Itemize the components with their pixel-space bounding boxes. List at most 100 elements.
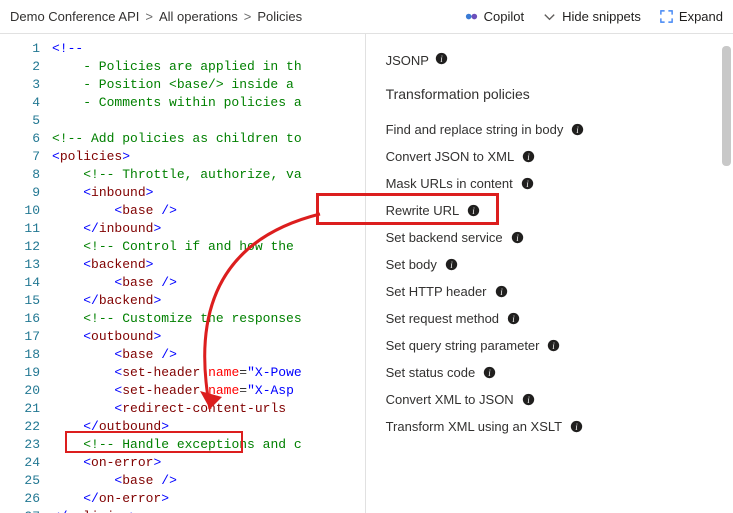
code-content[interactable]: <!-- - Policies are applied in th - Posi…	[48, 34, 365, 513]
line-number: 16	[0, 310, 40, 328]
code-line[interactable]: <!--	[52, 40, 365, 58]
copilot-button[interactable]: Copilot	[464, 9, 524, 24]
info-icon[interactable]: i	[495, 285, 508, 298]
info-icon[interactable]: i	[467, 204, 480, 217]
code-line[interactable]: - Comments within policies a	[52, 94, 365, 112]
policy-item[interactable]: Set HTTP header i	[386, 278, 717, 305]
line-number: 9	[0, 184, 40, 202]
policy-item[interactable]: Set status codei	[386, 359, 717, 386]
policy-item-label: Set query string parameter	[386, 338, 540, 353]
policy-item[interactable]: Set backend service i	[386, 224, 717, 251]
info-icon[interactable]: i	[435, 52, 448, 68]
expand-label: Expand	[679, 9, 723, 24]
line-number: 22	[0, 418, 40, 436]
line-number: 11	[0, 220, 40, 238]
info-icon[interactable]: i	[507, 312, 520, 325]
code-editor[interactable]: 1234567891011121314151617181920212223242…	[0, 34, 366, 513]
scrollbar[interactable]	[721, 34, 731, 513]
policy-item[interactable]: Rewrite URLi	[386, 197, 717, 224]
info-icon[interactable]: i	[522, 150, 535, 163]
info-icon[interactable]: i	[521, 177, 534, 190]
policy-item[interactable]: Set query string parameter i	[386, 332, 717, 359]
policy-item-label: Transform XML using an XSLT	[386, 419, 563, 434]
code-line[interactable]: </outbound>	[52, 418, 365, 436]
policy-item[interactable]: Convert JSON to XML i	[386, 143, 717, 170]
policy-item-label: Set body	[386, 257, 437, 272]
line-number: 18	[0, 346, 40, 364]
line-number: 5	[0, 112, 40, 130]
code-line[interactable]: <base />	[52, 202, 365, 220]
line-number: 19	[0, 364, 40, 382]
line-number: 12	[0, 238, 40, 256]
info-icon[interactable]: i	[547, 339, 560, 352]
code-line[interactable]: <!-- Customize the responses	[52, 310, 365, 328]
code-line[interactable]: <!-- Add policies as children to	[52, 130, 365, 148]
line-number: 3	[0, 76, 40, 94]
policy-item-label: Mask URLs in content	[386, 176, 513, 191]
code-line[interactable]: <inbound>	[52, 184, 365, 202]
info-icon[interactable]: i	[511, 231, 524, 244]
line-number: 8	[0, 166, 40, 184]
code-line[interactable]: </inbound>	[52, 220, 365, 238]
code-line[interactable]: <backend>	[52, 256, 365, 274]
breadcrumb-policies[interactable]: Policies	[257, 9, 302, 24]
code-line[interactable]: <!-- Throttle, authorize, va	[52, 166, 365, 184]
policy-item[interactable]: Transform XML using an XSLT i	[386, 413, 717, 440]
scroll-thumb[interactable]	[722, 46, 731, 166]
expand-button[interactable]: Expand	[659, 9, 723, 24]
code-line[interactable]: <set-header name="X-Powe	[52, 364, 365, 382]
code-line[interactable]: </on-error>	[52, 490, 365, 508]
line-number: 24	[0, 454, 40, 472]
line-number: 6	[0, 130, 40, 148]
code-line[interactable]: </policies>	[52, 508, 365, 513]
info-icon[interactable]: i	[483, 366, 496, 379]
breadcrumb-operations[interactable]: All operations	[159, 9, 238, 24]
code-line[interactable]: <!-- Handle exceptions and c	[52, 436, 365, 454]
policy-item-label: Set HTTP header	[386, 284, 487, 299]
code-line[interactable]: <set-header name="X-Asp	[52, 382, 365, 400]
code-line[interactable]: <policies>	[52, 148, 365, 166]
code-line[interactable]: <on-error>	[52, 454, 365, 472]
policy-label: JSONP	[386, 53, 429, 68]
code-line[interactable]: <base />	[52, 274, 365, 292]
policy-item[interactable]: Mask URLs in content i	[386, 170, 717, 197]
line-number: 25	[0, 472, 40, 490]
code-line[interactable]: <redirect-content-urls	[52, 400, 365, 418]
line-number: 13	[0, 256, 40, 274]
policy-item[interactable]: Set request method i	[386, 305, 717, 332]
policy-jsonp[interactable]: JSONP i	[386, 48, 717, 72]
policy-item-label: Set backend service	[386, 230, 503, 245]
policy-list: Find and replace string in bodyiConvert …	[386, 116, 717, 440]
code-line[interactable]: - Position <base/> inside a	[52, 76, 365, 94]
code-line[interactable]	[52, 112, 365, 130]
line-number: 10	[0, 202, 40, 220]
line-number: 15	[0, 292, 40, 310]
code-line[interactable]: <outbound>	[52, 328, 365, 346]
policy-item[interactable]: Set body i	[386, 251, 717, 278]
code-line[interactable]: <base />	[52, 472, 365, 490]
breadcrumb-sep: >	[244, 9, 252, 24]
code-line[interactable]: <!-- Control if and how the	[52, 238, 365, 256]
code-line[interactable]: - Policies are applied in th	[52, 58, 365, 76]
info-icon[interactable]: i	[522, 393, 535, 406]
line-number: 23	[0, 436, 40, 454]
top-bar: Demo Conference API > All operations > P…	[0, 0, 733, 34]
expand-icon	[659, 9, 674, 24]
info-icon[interactable]: i	[571, 123, 584, 136]
policy-item-label: Convert XML to JSON	[386, 392, 514, 407]
code-line[interactable]: <base />	[52, 346, 365, 364]
info-icon[interactable]: i	[570, 420, 583, 433]
line-number: 26	[0, 490, 40, 508]
breadcrumb-sep: >	[145, 9, 153, 24]
line-number: 2	[0, 58, 40, 76]
policy-item-label: Set request method	[386, 311, 499, 326]
breadcrumb-api[interactable]: Demo Conference API	[10, 9, 139, 24]
policy-item[interactable]: Find and replace string in bodyi	[386, 116, 717, 143]
policy-item-label: Convert JSON to XML	[386, 149, 515, 164]
line-number: 20	[0, 382, 40, 400]
hide-snippets-button[interactable]: Hide snippets	[542, 9, 641, 24]
line-number: 14	[0, 274, 40, 292]
policy-item[interactable]: Convert XML to JSON i	[386, 386, 717, 413]
code-line[interactable]: </backend>	[52, 292, 365, 310]
info-icon[interactable]: i	[445, 258, 458, 271]
